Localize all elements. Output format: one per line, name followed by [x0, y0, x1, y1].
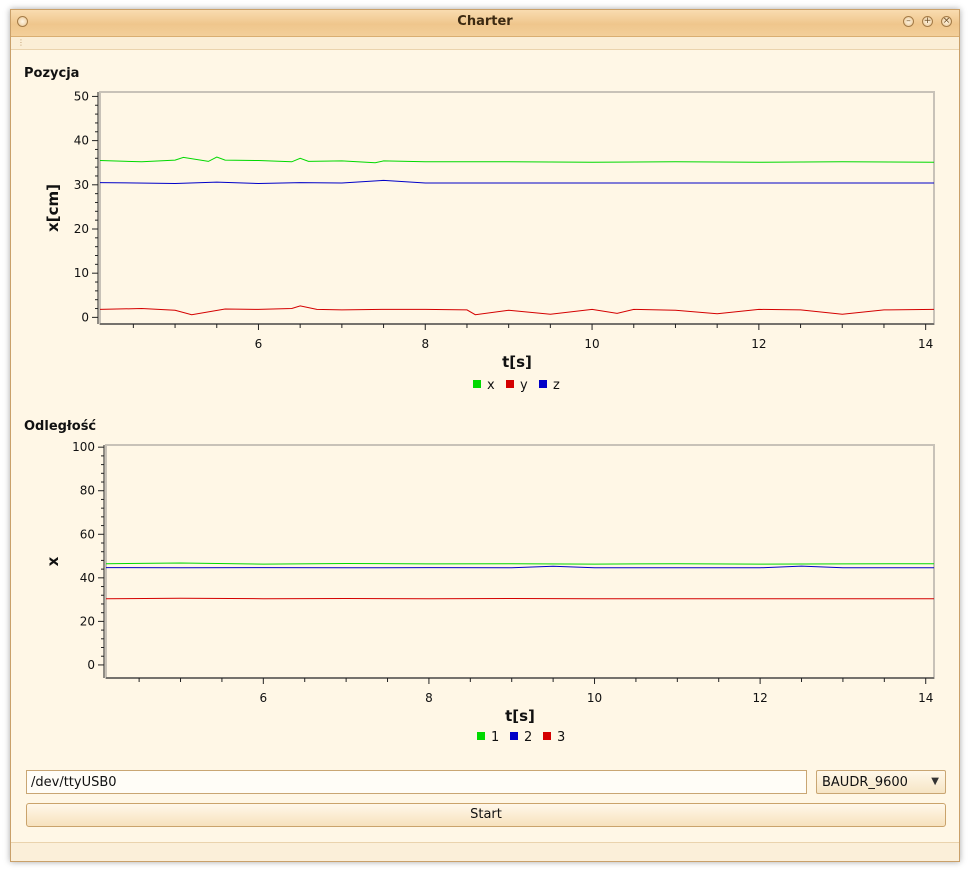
title-bar[interactable]: Charter – + × [11, 10, 959, 37]
top-legend-swatch-y [506, 380, 514, 388]
bottom-y-axis-title: x [44, 556, 62, 566]
toolbar-strip: ⋮ [11, 37, 959, 50]
baud-select-value: BAUDR_9600 [822, 775, 908, 790]
top-legend-swatch-z [539, 380, 547, 388]
position-chart: 0 10 20 30 40 50 6 8 10 12 14 t[s] x[cm] x y z [44, 89, 935, 393]
top-x-tick-label: 14 [918, 337, 933, 351]
bottom-legend-swatch-1 [477, 732, 485, 740]
minimize-icon[interactable]: – [903, 16, 914, 27]
charter-window: Charter – + × ⋮ Pozycja 0 10 20 30 40 50 6 8 10 1… [10, 9, 960, 862]
bottom-series-line-2 [105, 565, 934, 569]
maximize-icon[interactable]: + [922, 16, 933, 27]
top-series-line-y [99, 305, 935, 316]
top-y-axis-title: x[cm] [44, 184, 62, 232]
top-x-tick-label: 12 [751, 337, 766, 351]
top-y-tick-label: 40 [74, 134, 89, 148]
bottom-legend-label-3: 3 [557, 730, 565, 745]
bottom-x-axis-title: t[s] [505, 707, 535, 725]
port-input[interactable] [26, 770, 807, 794]
top-chart-label: Pozycja [24, 66, 80, 81]
top-x-tick-label: 8 [421, 337, 429, 351]
baud-select[interactable]: BAUDR_9600 ▼ [816, 770, 946, 794]
status-bar [11, 842, 959, 861]
close-icon[interactable]: × [941, 16, 952, 27]
top-series-line-x [99, 156, 935, 164]
bottom-x-tick-label: 6 [259, 691, 267, 705]
top-plot-frame [99, 91, 935, 325]
bottom-y-tick-label: 40 [80, 571, 95, 585]
bottom-plot-frame [105, 444, 935, 679]
top-y-tick-label: 10 [74, 266, 89, 280]
bottom-legend-label-1: 1 [491, 730, 499, 745]
start-button[interactable]: Start [26, 803, 946, 827]
bottom-x-tick-label: 8 [425, 691, 433, 705]
bottom-x-tick-label: 14 [918, 691, 933, 705]
bottom-x-tick-label: 10 [587, 691, 602, 705]
bottom-series-line-1 [105, 562, 935, 565]
top-x-axis-title: t[s] [502, 353, 532, 371]
bottom-y-tick-label: 20 [80, 614, 95, 628]
bottom-y-tick-label: 80 [80, 484, 95, 498]
bottom-legend-swatch-3 [543, 732, 551, 740]
top-y-tick-label: 20 [74, 222, 89, 236]
bottom-x-tick-label: 12 [752, 691, 767, 705]
top-legend-swatch-x [473, 380, 481, 388]
bottom-legend-label-2: 2 [524, 730, 532, 745]
toolbar-grip-icon[interactable]: ⋮ [17, 38, 25, 48]
bottom-y-tick-label: 0 [87, 658, 95, 672]
top-x-tick-label: 10 [584, 337, 599, 351]
bottom-legend-swatch-2 [510, 732, 518, 740]
distance-chart: 0204060801006 8 10 12 14t[s]x1 2 3 [44, 440, 935, 745]
top-legend-label-x: x [487, 378, 495, 393]
top-y-tick-label: 0 [81, 310, 89, 324]
top-x-tick-label: 6 [255, 337, 263, 351]
top-legend-label-z: z [553, 378, 560, 393]
top-y-tick-label: 30 [74, 178, 89, 192]
bottom-y-tick-label: 60 [80, 527, 95, 541]
bottom-y-tick-label: 100 [72, 440, 95, 454]
dropdown-arrow-icon: ▼ [931, 776, 939, 787]
top-y-tick-label: 50 [74, 89, 89, 103]
top-legend-label-y: y [520, 378, 528, 393]
top-series-line-z [99, 179, 934, 185]
window-title: Charter [457, 14, 513, 29]
bottom-chart-label: Odległość [24, 419, 97, 434]
